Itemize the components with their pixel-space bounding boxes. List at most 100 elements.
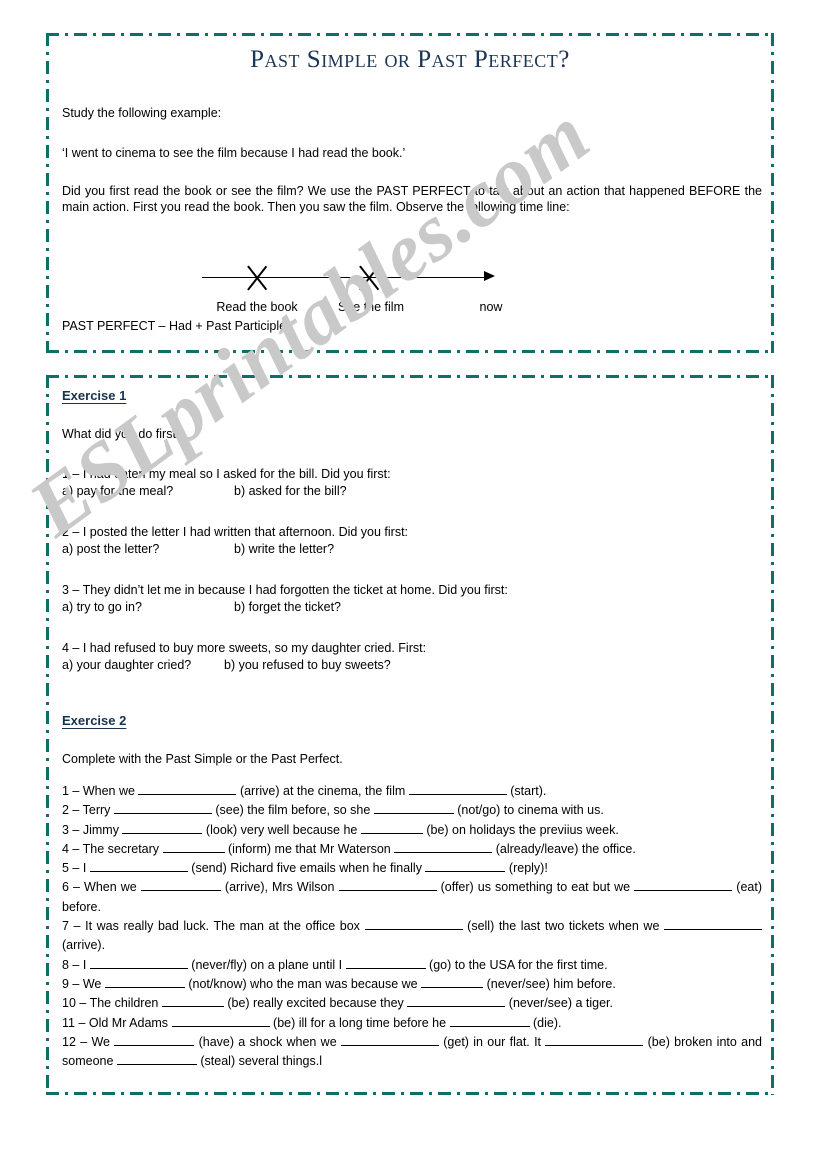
answer-blank[interactable] — [113, 801, 212, 815]
timeline-x-marker-1-icon — [242, 263, 272, 293]
answer-blank[interactable] — [421, 975, 484, 988]
timeline-label-now: now — [479, 300, 503, 314]
exercise-2-item: 12 – We (have) a shock when we (get) in … — [62, 1033, 762, 1072]
exercise-2-item: 7 – It was really bad luck. The man at t… — [62, 917, 762, 956]
exercise-2-item-number: 2 – — [62, 803, 83, 818]
exercise-2-item-text: Terry — [82, 803, 114, 818]
exercise-2-heading: Exercise 2 — [62, 713, 127, 728]
exercise-2-item-text: Jimmy — [82, 822, 123, 837]
answer-blank[interactable] — [116, 1052, 197, 1066]
exercise-1-item-2-option-a[interactable]: a) post the letter? — [62, 542, 159, 556]
exercise-2-item-number: 9 – — [62, 976, 83, 991]
answer-blank[interactable] — [140, 878, 221, 892]
explanation-panel-content: Past Simple or Past Perfect? Study the f… — [46, 33, 774, 353]
exercise-2-item-number: 5 – — [62, 861, 83, 876]
exercise-2-item: 5 – I (send) Richard five emails when he… — [62, 859, 762, 878]
exercise-1-item-3-option-b[interactable]: b) forget the ticket? — [234, 600, 341, 614]
exercise-1-item-1-option-b[interactable]: b) asked for the bill? — [234, 484, 347, 498]
answer-blank[interactable] — [364, 917, 463, 931]
exercise-2-item: 4 – The secretary (inform) me that Mr Wa… — [62, 840, 762, 859]
answer-blank[interactable] — [340, 1033, 439, 1046]
exercise-2-item-list: 1 – When we (arrive) at the cinema, the … — [62, 782, 762, 1071]
answer-blank[interactable] — [408, 782, 507, 795]
exercise-2-item-text: (not/go) to cinema with us. — [457, 803, 604, 818]
exercise-2-item-text: We — [82, 976, 105, 991]
exercise-2-item-number: 3 – — [62, 822, 83, 837]
answer-blank[interactable] — [104, 975, 185, 988]
exercise-1-item-2-stem: 2 – I posted the letter I had written th… — [62, 525, 409, 539]
answer-blank[interactable] — [425, 859, 506, 873]
exercise-2-item-text: (never/see) him before. — [486, 976, 616, 991]
exercise-1-item-3-option-a[interactable]: a) try to go in? — [62, 600, 142, 614]
exercise-2-item-text: When we — [84, 880, 141, 895]
exercise-2-item-text: (look) very well because he — [205, 822, 361, 837]
exercise-2-item-text: (send) Richard five emails when he final… — [191, 861, 426, 876]
answer-blank[interactable] — [373, 801, 454, 815]
exercise-1-item-1-option-a[interactable]: a) pay for the meal? — [62, 484, 173, 498]
answer-blank[interactable] — [338, 878, 437, 892]
answer-blank[interactable] — [114, 1033, 195, 1046]
exercise-2-item-text: (steal) several things.l — [200, 1054, 322, 1069]
exercise-2-item-number: 12 – — [62, 1034, 92, 1049]
answer-blank[interactable] — [345, 956, 426, 969]
answer-blank[interactable] — [407, 994, 506, 1008]
study-line: Study the following example: — [62, 106, 222, 120]
exercise-1-item-2-option-b[interactable]: b) write the letter? — [234, 542, 334, 556]
answer-blank[interactable] — [394, 840, 493, 853]
timeline-label-read-the-book: Read the book — [216, 300, 298, 314]
exercise-2-item-text: When we — [82, 784, 139, 798]
exercise-2-item-text: The children — [89, 996, 162, 1011]
exercise-2-item-text: The secretary — [82, 841, 163, 856]
explanation-paragraph: Did you first read the book or see the f… — [62, 184, 762, 214]
exercise-1-heading: Exercise 1 — [62, 388, 127, 403]
exercise-2-item-text: (see) the film before, so she — [215, 803, 374, 818]
exercise-2-item-number: 7 – — [62, 919, 86, 934]
answer-blank[interactable] — [664, 917, 762, 931]
exercise-2-item: 1 – When we (arrive) at the cinema, the … — [62, 782, 762, 801]
exercise-2-item: 2 – Terry (see) the film before, so she … — [62, 801, 762, 820]
answer-blank[interactable] — [89, 956, 188, 969]
exercise-2-item-number: 11 – — [62, 1015, 89, 1030]
exercise-2-item-text: (already/leave) the office. — [495, 841, 636, 856]
answer-blank[interactable] — [171, 1014, 270, 1027]
answer-blank[interactable] — [138, 782, 237, 795]
exercise-2-item-text: (arrive) at the cinema, the film — [239, 784, 409, 798]
exercise-2-item-number: 8 – — [62, 957, 83, 972]
exercise-1-item-4-option-a[interactable]: a) your daughter cried? — [62, 658, 191, 672]
exercise-2-item: 3 – Jimmy (look) very well because he (b… — [62, 821, 762, 840]
exercise-2-item-number: 4 – — [62, 841, 83, 856]
page-title: Past Simple or Past Perfect? — [250, 46, 570, 73]
exercise-2-item-text: (start). — [510, 784, 547, 798]
answer-blank[interactable] — [634, 878, 733, 892]
answer-blank[interactable] — [162, 840, 225, 853]
answer-blank[interactable] — [161, 994, 224, 1008]
exercise-2-item: 8 – I (never/fly) on a plane until I (go… — [62, 956, 762, 975]
exercise-1-item-4-option-b[interactable]: b) you refused to buy sweets? — [224, 658, 391, 672]
exercise-2-instruction: Complete with the Past Simple or the Pas… — [62, 752, 343, 766]
exercise-2-item: 9 – We (not/know) who the man was becaus… — [62, 975, 762, 994]
exercises-panel: Exercise 1 What did you do first? 1 – I … — [46, 375, 774, 1095]
exercise-2-item-text: (go) to the USA for the first time. — [429, 957, 608, 972]
answer-blank[interactable] — [545, 1033, 644, 1046]
answer-blank[interactable] — [122, 821, 203, 834]
exercise-1-item-4-stem: 4 – I had refused to buy more sweets, so… — [62, 641, 427, 655]
answer-blank[interactable] — [360, 821, 423, 834]
exercise-2-item-text: Old Mr Adams — [88, 1015, 172, 1030]
exercise-2-item: 6 – When we (arrive), Mrs Wilson (offer)… — [62, 878, 762, 917]
exercise-2-item-text: (arrive), Mrs Wilson — [224, 880, 339, 895]
answer-blank[interactable] — [89, 859, 188, 873]
exercise-2-item-text: (be) ill for a long time before he — [273, 1015, 450, 1030]
exercise-2-item-text: (not/know) who the man was because we — [188, 976, 422, 991]
answer-blank[interactable] — [449, 1014, 530, 1027]
exercise-1-item-1-stem: 1 – I had eaten my meal so I asked for t… — [62, 467, 391, 481]
exercise-2-item-text: (never/fly) on a plane until I — [191, 957, 346, 972]
exercise-2-item-number: 1 – — [62, 784, 83, 798]
exercise-2-item: 10 – The children (be) really excited be… — [62, 994, 762, 1013]
timeline-x-marker-2-icon — [354, 263, 384, 293]
exercise-2-item-number: 10 – — [62, 996, 90, 1011]
exercise-2-item-text: (never/see) a tiger. — [508, 996, 613, 1011]
exercise-2-item-number: 6 – — [62, 880, 85, 895]
timeline-label-see-the-film: See the film — [337, 300, 404, 314]
exercise-2-item-text: It was really bad luck. The man at the o… — [85, 919, 365, 934]
exercises-panel-content: Exercise 1 What did you do first? 1 – I … — [46, 375, 774, 1095]
